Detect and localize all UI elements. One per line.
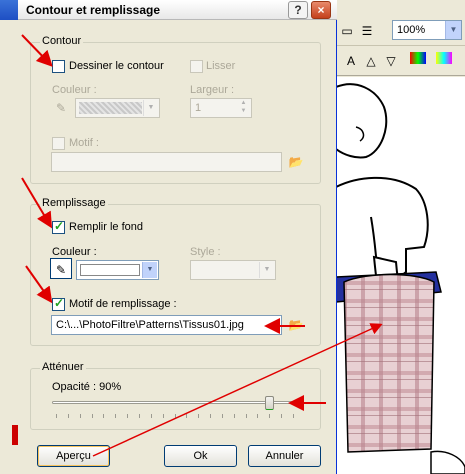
annotation-arrows (21, 34, 383, 457)
arrow-to-draw-outline (21, 34, 53, 67)
arrow-from-preview-to-canvas (92, 323, 383, 457)
arrow-to-fill-background (21, 177, 53, 229)
arrow-to-fill-pattern (25, 265, 53, 304)
